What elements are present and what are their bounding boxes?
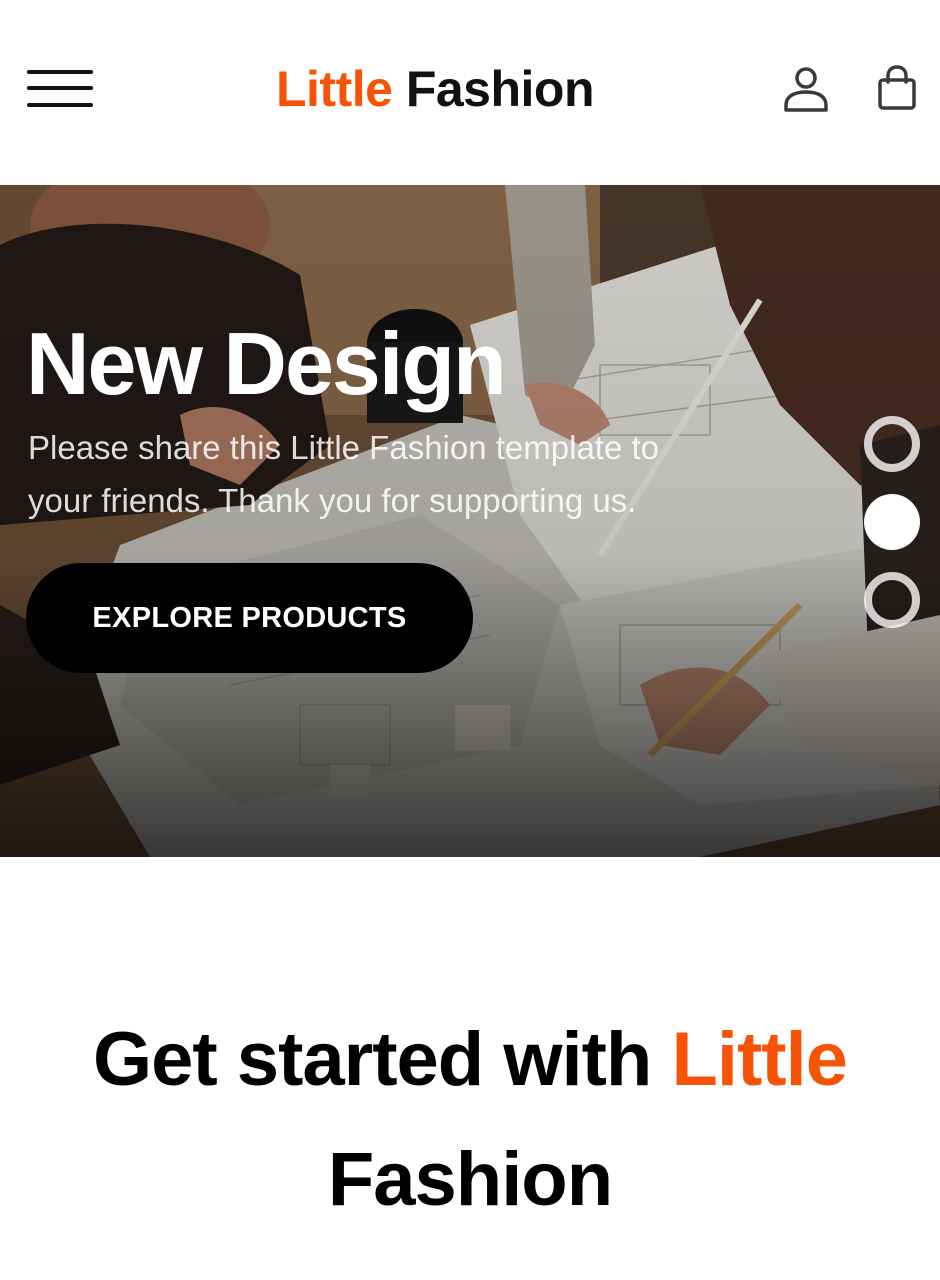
slide-indicator-1[interactable] xyxy=(864,416,920,472)
hero-slider: New Design Please share this Little Fash… xyxy=(0,185,940,857)
hero-description: Please share this Little Fashion templat… xyxy=(28,429,660,519)
get-started-prefix: Get started with xyxy=(93,1017,652,1102)
slide-indicator-3[interactable] xyxy=(864,572,920,628)
hero-title: New Design xyxy=(26,314,507,413)
slide-indicator-2-active[interactable] xyxy=(864,494,920,550)
slider-indicators xyxy=(864,416,920,628)
shopping-bag-icon[interactable] xyxy=(873,64,921,114)
get-started-heading: Get started with Little Fashion xyxy=(20,1000,920,1240)
brand-accent: Little xyxy=(275,61,393,117)
get-started-suffix: Fashion xyxy=(327,1137,613,1222)
site-header: Little Fashion xyxy=(0,0,940,185)
brand-logo[interactable]: Little Fashion xyxy=(0,58,870,120)
user-icon[interactable] xyxy=(782,64,830,114)
brand-rest: Fashion xyxy=(405,61,595,117)
get-started-accent: Little xyxy=(671,1017,848,1102)
explore-products-button[interactable]: EXPLORE PRODUCTS xyxy=(26,563,473,673)
